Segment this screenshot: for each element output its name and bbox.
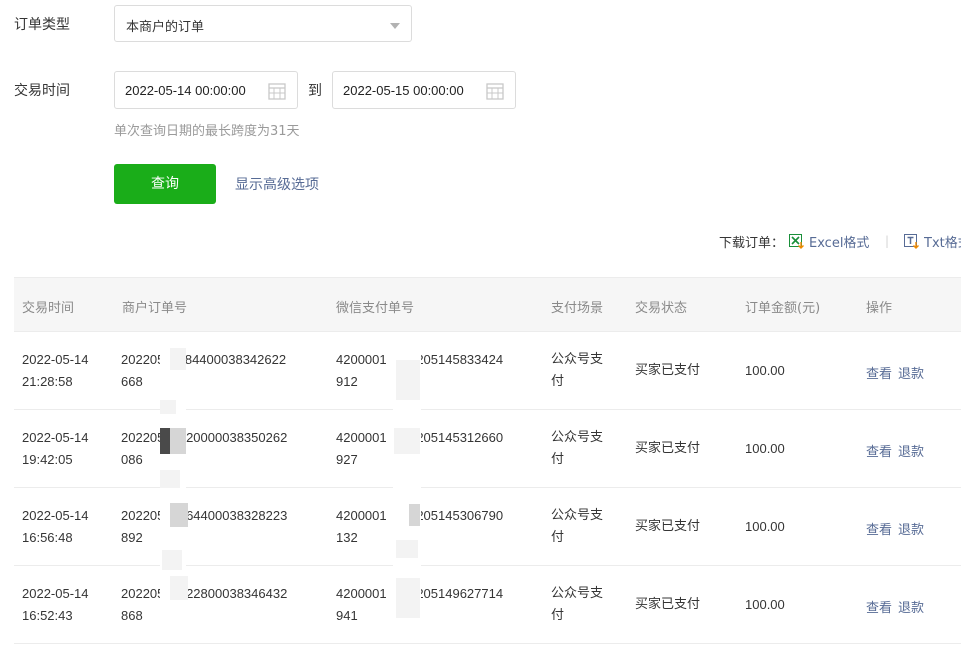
view-link[interactable]: 查看 [866, 363, 892, 382]
trade-status: 买家已支付 [635, 441, 701, 456]
end-date-input[interactable]: 2022-05-15 00:00:00 [332, 71, 516, 109]
redaction-mask [170, 576, 188, 600]
row-date: 2022-05-14 [22, 352, 89, 367]
row-time: 16:56:48 [22, 530, 73, 545]
trade-status: 买家已支付 [635, 519, 701, 534]
redaction-mask [170, 503, 188, 527]
redaction-mask [170, 348, 186, 370]
refund-link[interactable]: 退款 [898, 519, 924, 538]
view-link[interactable]: 查看 [866, 597, 892, 616]
redaction-mask [396, 578, 420, 618]
download-excel-link[interactable]: Excel格式 [809, 232, 869, 251]
start-date-value: 2022-05-14 00:00:00 [125, 83, 246, 98]
table-row: 2022-05-14 16:52:43 202205165228000383464… [14, 566, 961, 644]
pay-scene-line1: 公众号支 [551, 352, 604, 367]
pay-scene-line1: 公众号支 [551, 508, 604, 523]
wechat-order-prefix: 4200001 [336, 508, 387, 523]
txt-icon [904, 234, 919, 249]
trade-status: 买家已支付 [635, 363, 701, 378]
header-actions: 操作 [866, 301, 893, 316]
advanced-options-link[interactable]: 显示高级选项 [235, 174, 319, 194]
view-link[interactable]: 查看 [866, 441, 892, 460]
order-type-select[interactable]: 本商户的订单 [114, 5, 412, 42]
merchant-order-prefix: 202205 [121, 352, 165, 367]
start-date-input[interactable]: 2022-05-14 00:00:00 [114, 71, 298, 109]
download-label: 下载订单： [719, 236, 785, 251]
wechat-order-suffix: 132 [336, 530, 358, 545]
order-type-value: 本商户的订单 [126, 20, 205, 35]
trade-status: 买家已支付 [635, 597, 701, 612]
wechat-order-suffix: 941 [336, 608, 358, 623]
merchant-order-prefix: 202205 [121, 508, 165, 523]
calendar-icon [268, 83, 286, 100]
redaction-mask [170, 428, 186, 454]
redaction-mask [396, 360, 420, 400]
wechat-order-prefix: 4200001 [336, 352, 387, 367]
merchant-order-prefix: 202205 [121, 430, 165, 445]
row-time: 16:52:43 [22, 608, 73, 623]
header-wechat-pay-no: 微信支付单号 [336, 301, 415, 316]
redaction-mask [409, 504, 420, 526]
pay-scene-line1: 公众号支 [551, 430, 604, 445]
pay-scene-line2: 付 [551, 608, 565, 623]
merchant-order-prefix: 202205 [121, 586, 165, 601]
chevron-down-icon [390, 23, 400, 29]
excel-icon [789, 234, 804, 249]
calendar-icon [486, 83, 504, 100]
redaction-mask [160, 470, 180, 488]
redaction-mask [396, 540, 418, 558]
table-header: 交易时间 商户订单号 微信支付单号 支付场景 交易状态 订单金额(元) 操作 [14, 277, 961, 332]
pay-scene-line2: 付 [551, 374, 565, 389]
wechat-order-prefix: 4200001 [336, 430, 387, 445]
separator: | [885, 234, 890, 248]
trade-time-label: 交易时间 [14, 83, 70, 99]
pay-scene-line2: 付 [551, 530, 565, 545]
order-amount: 100.00 [745, 363, 785, 378]
table-row: 2022-05-14 21:28:58 202205 128440003834262… [14, 332, 961, 410]
end-date-value: 2022-05-15 00:00:00 [343, 83, 464, 98]
table-row: 2022-05-14 19:42:05 202205194200000383502… [14, 410, 961, 488]
row-date: 2022-05-14 [22, 586, 89, 601]
download-txt-link[interactable]: Txt格式 [924, 232, 961, 251]
redaction-mask [394, 428, 420, 454]
wechat-order-prefix: 4200001 [336, 586, 387, 601]
refund-link[interactable]: 退款 [898, 441, 924, 460]
pay-scene-line2: 付 [551, 452, 565, 467]
redaction-mask [160, 428, 170, 454]
refund-link[interactable]: 退款 [898, 363, 924, 382]
merchant-order-suffix: 086 [121, 452, 143, 467]
wechat-order-suffix: 912 [336, 374, 358, 389]
header-order-amount: 订单金额(元) [745, 301, 821, 316]
wechat-order-suffix: 927 [336, 452, 358, 467]
merchant-order-suffix: 668 [121, 374, 143, 389]
row-date: 2022-05-14 [22, 508, 89, 523]
header-trade-status: 交易状态 [635, 301, 688, 316]
header-pay-scene: 支付场景 [551, 301, 604, 316]
table-row: 2022-05-14 16:56:48 202205165644000383282… [14, 488, 961, 566]
pay-scene-line1: 公众号支 [551, 586, 604, 601]
view-link[interactable]: 查看 [866, 519, 892, 538]
query-button[interactable]: 查询 [114, 164, 216, 204]
refund-link[interactable]: 退款 [898, 597, 924, 616]
order-amount: 100.00 [745, 597, 785, 612]
order-amount: 100.00 [745, 441, 785, 456]
merchant-order-suffix: 892 [121, 530, 143, 545]
row-time: 21:28:58 [22, 374, 73, 389]
row-time: 19:42:05 [22, 452, 73, 467]
row-date: 2022-05-14 [22, 430, 89, 445]
header-trade-time: 交易时间 [22, 301, 75, 316]
merchant-order-suffix: 868 [121, 608, 143, 623]
date-span-hint: 单次查询日期的最长跨度为31天 [114, 124, 300, 139]
to-label: 到 [308, 83, 322, 99]
merchant-order-mid: 1284400038342622 [170, 352, 287, 367]
header-merchant-order-no: 商户订单号 [122, 301, 188, 316]
order-amount: 100.00 [745, 519, 785, 534]
redaction-mask [160, 400, 176, 414]
redaction-mask [162, 550, 182, 570]
order-type-label: 订单类型 [14, 17, 70, 33]
